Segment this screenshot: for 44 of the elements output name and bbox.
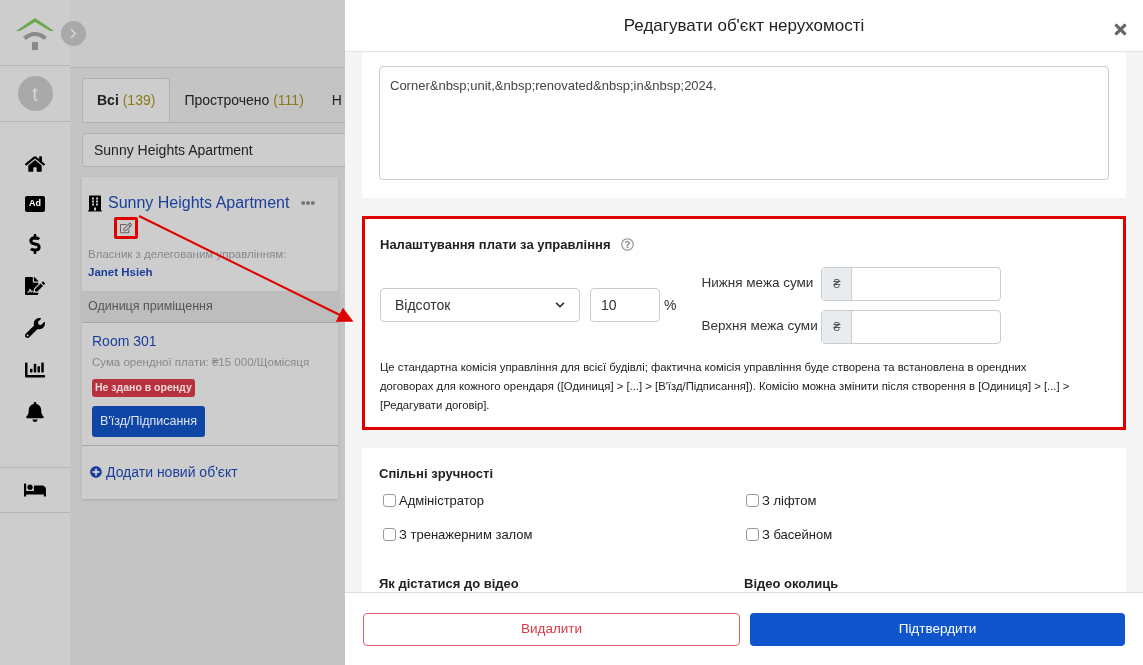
ad-icon[interactable]: Ad bbox=[25, 196, 45, 212]
dialog-title: Редагувати об'єкт нерухомості bbox=[623, 14, 865, 37]
units-header: Одиниця приміщення bbox=[82, 291, 338, 323]
owner-link[interactable]: Janet Hsieh bbox=[88, 266, 153, 278]
edit-icon bbox=[120, 222, 132, 234]
close-icon[interactable] bbox=[1112, 21, 1129, 38]
description-field[interactable]: Corner&nbsp;unit,&nbsp;renovated&nbsp;in&nbsp;2024. bbox=[379, 66, 1109, 180]
amenity-checkbox[interactable]: З басейном bbox=[746, 524, 1109, 544]
add-property-link[interactable]: Додати новий об'єкт bbox=[82, 445, 338, 499]
building-icon bbox=[88, 194, 102, 212]
fee-note: Це стандартна комісія управління для всієї будівлі; фактична комісія управління буде створена та встановлена в орендних договорах для кожного орендаря ([Одиниця] > [...] > [В'їзд/Підписання]). Комісію можна змінити після створення в [Одиниця] > [...] > [Редагувати договір]. bbox=[380, 359, 1071, 413]
amenity-checkbox[interactable]: Адміністратор bbox=[383, 491, 746, 511]
unit-rent: Сума орендної плати: ₴15 000/Щомісяця bbox=[92, 354, 310, 370]
signature-icon[interactable] bbox=[25, 275, 45, 296]
unit-name[interactable]: Room 301 bbox=[92, 330, 157, 352]
section-title: Як дістатися до відео bbox=[379, 575, 520, 592]
help-icon[interactable] bbox=[620, 238, 634, 252]
amount-field[interactable]: ₴ bbox=[821, 266, 1002, 301]
confirm-button[interactable]: Підтвердити bbox=[750, 612, 1125, 646]
section-title: Налаштування плати за управління bbox=[380, 236, 611, 254]
home-icon[interactable] bbox=[25, 154, 45, 174]
amount-field[interactable]: ₴ bbox=[821, 309, 1002, 344]
status-badge: Не здано в оренду bbox=[92, 379, 195, 397]
chevron-right-icon bbox=[68, 28, 79, 39]
fee-type-select[interactable]: Відсоток bbox=[380, 288, 580, 322]
property-name[interactable]: Sunny Heights Apartment bbox=[108, 191, 290, 215]
chevron-down-icon bbox=[555, 300, 565, 310]
amount-label: Нижня межа суми bbox=[701, 274, 815, 293]
percent-sign: % bbox=[664, 295, 677, 315]
amount-label: Верхня межа суми bbox=[701, 317, 819, 336]
amenity-checkbox[interactable]: З ліфтом bbox=[746, 491, 1109, 511]
delete-button[interactable]: Видалити bbox=[363, 612, 740, 646]
filter-tab[interactable]: Прострочено (111) bbox=[170, 78, 318, 122]
amenity-checkbox[interactable]: З тренажерним залом bbox=[383, 524, 746, 544]
bell-icon[interactable] bbox=[25, 401, 45, 422]
move-in-button[interactable]: В'їзд/Підписання bbox=[92, 405, 205, 437]
section-title: Спільні зручності bbox=[379, 464, 495, 483]
section-title: Відео околиць bbox=[744, 575, 840, 592]
filter-tab[interactable]: Всі (139) bbox=[82, 78, 171, 122]
plus-icon bbox=[90, 466, 102, 478]
edit-button[interactable] bbox=[114, 217, 138, 239]
percent-field[interactable]: 10 bbox=[590, 288, 660, 322]
wrench-icon[interactable] bbox=[25, 317, 45, 338]
owner-text: Власник з делегованим управлінням: Janet Hsieh bbox=[88, 247, 288, 280]
